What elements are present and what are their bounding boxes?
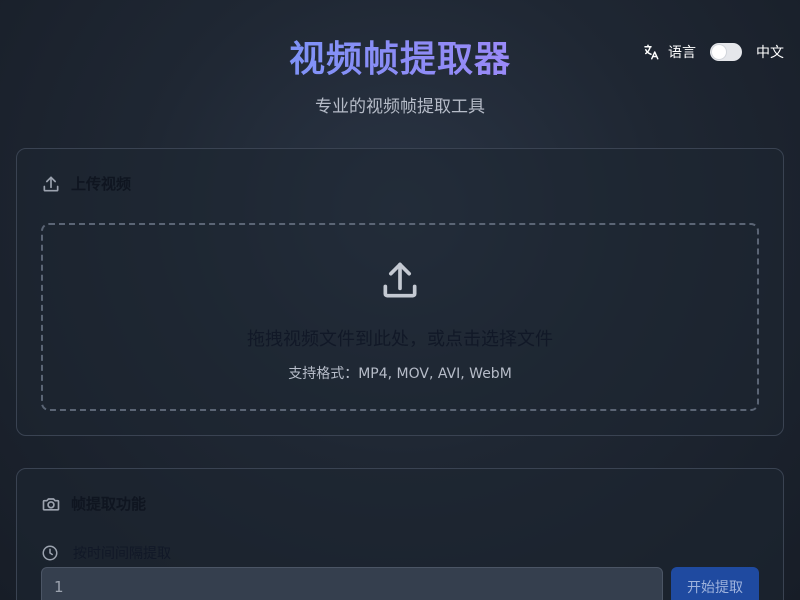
toggle-knob <box>712 45 726 59</box>
extract-card-title: 帧提取功能 <box>71 495 147 513</box>
upload-card: 上传视频 拖拽视频文件到此处，或点击选择文件 支持格式：MP4, MOV, AV… <box>16 148 784 436</box>
language-label: 语言 <box>668 45 696 61</box>
clock-icon <box>41 544 59 562</box>
app-subtitle: 专业的视频帧提取工具 <box>315 97 485 117</box>
current-language: 中文 <box>756 45 784 61</box>
upload-card-header: 上传视频 <box>41 173 131 194</box>
camera-icon <box>41 494 61 514</box>
language-switch: 语言 中文 <box>642 42 784 62</box>
interval-input[interactable] <box>41 567 663 600</box>
start-extract-button[interactable]: 开始提取 <box>671 567 759 600</box>
upload-card-title: 上传视频 <box>71 175 132 193</box>
extract-card-header: 帧提取功能 <box>41 493 146 514</box>
video-dropzone[interactable]: 拖拽视频文件到此处，或点击选择文件 支持格式：MP4, MOV, AVI, We… <box>41 223 759 411</box>
extract-card: 帧提取功能 按时间间隔提取 开始提取 <box>16 468 784 600</box>
extract-mode-option[interactable]: 按时间间隔提取 <box>41 543 171 563</box>
extract-mode-label: 按时间间隔提取 <box>73 546 171 562</box>
language-toggle[interactable] <box>710 43 742 61</box>
dropzone-main-text: 拖拽视频文件到此处，或点击选择文件 <box>247 329 553 350</box>
translate-icon <box>642 43 660 61</box>
upload-icon <box>41 174 61 194</box>
supported-formats-text: 支持格式：MP4, MOV, AVI, WebM <box>288 366 512 382</box>
upload-arrow-icon <box>378 259 422 303</box>
